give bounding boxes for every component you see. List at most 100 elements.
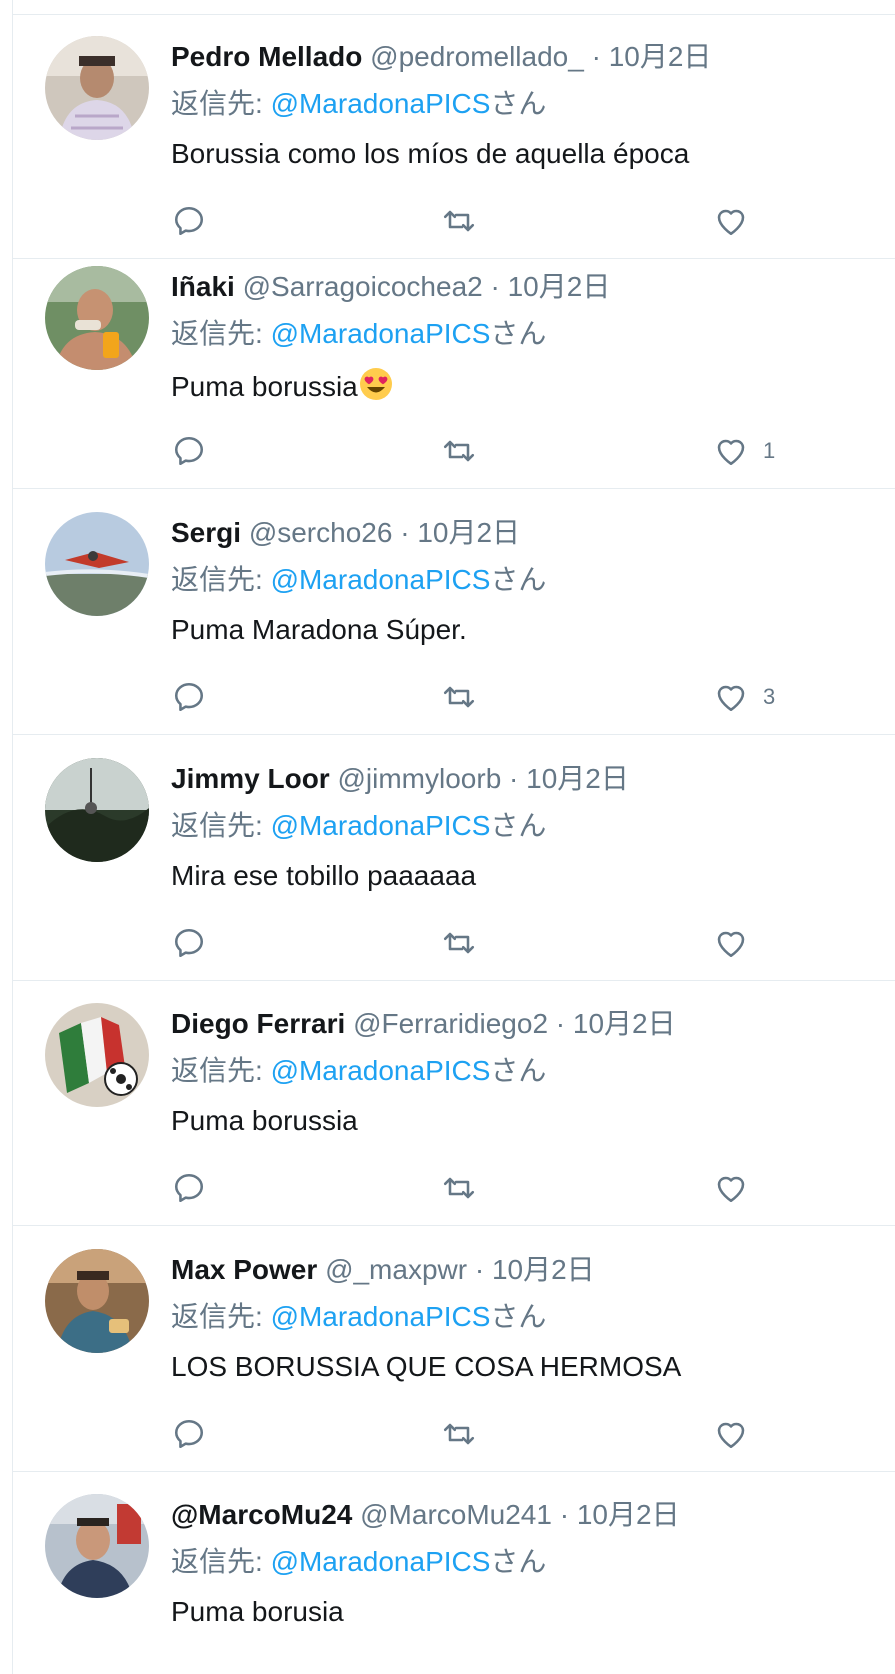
retweet-button[interactable] (441, 675, 477, 719)
reply-icon (174, 436, 204, 466)
avatar[interactable] (45, 758, 149, 862)
tweet-text-content: Puma borusia (171, 1596, 344, 1627)
tweet-date[interactable]: 10月2日 (526, 763, 629, 794)
avatar[interactable] (45, 36, 149, 140)
display-name[interactable]: Pedro Mellado (171, 41, 362, 72)
avatar[interactable] (45, 266, 149, 370)
user-handle[interactable]: @sercho26 (249, 517, 393, 548)
reply-suffix: さん (490, 318, 547, 349)
tweet-text-content: Puma borussia (171, 1105, 358, 1136)
reply-mention-link[interactable]: @MaradonaPICS (271, 810, 491, 841)
tweet-date[interactable]: 10月2日 (492, 1254, 595, 1285)
replying-to: 返信先: @MaradonaPICSさん (171, 316, 546, 352)
like-button[interactable]: 1 (713, 429, 775, 473)
retweet-button[interactable] (441, 429, 477, 473)
tweet-item[interactable]: Jimmy Loor @jimmyloorb · 10月2日 返信先: @Mar… (13, 736, 895, 981)
reply-prefix: 返信先: (171, 564, 271, 595)
reply-suffix: さん (490, 1301, 547, 1332)
tweet-date[interactable]: 10月2日 (508, 271, 611, 302)
tweet-item[interactable]: @MarcoMu24 @MarcoMu241 · 10月2日 返信先: @Mar… (13, 1472, 895, 1674)
tweet-item[interactable]: Max Power @_maxpwr · 10月2日 返信先: @Maradon… (13, 1227, 895, 1472)
reply-button[interactable] (171, 1166, 207, 1210)
tweet-item[interactable]: Diego Ferrari @Ferraridiego2 · 10月2日 返信先… (13, 981, 895, 1226)
user-handle[interactable]: @pedromellado_ (370, 41, 584, 72)
reply-button[interactable] (171, 199, 207, 243)
reply-feed: Pedro Mellado @pedromellado_ · 10月2日 返信先… (12, 0, 895, 1674)
tweet-date[interactable]: 10月2日 (417, 517, 520, 548)
retweet-button[interactable] (441, 1166, 477, 1210)
like-count: 3 (763, 684, 776, 709)
display-name[interactable]: Diego Ferrari (171, 1008, 345, 1039)
retweet-button[interactable] (441, 1412, 477, 1456)
display-name[interactable]: Jimmy Loor (171, 763, 330, 794)
tweet-actions (171, 1412, 811, 1456)
tweet-text-content: LOS BORUSSIA QUE COSA HERMOSA (171, 1351, 682, 1382)
reply-button[interactable] (171, 1412, 207, 1456)
tweet-actions: 3 (171, 675, 811, 719)
reply-button[interactable] (171, 921, 207, 965)
separator-dot: · (559, 1499, 570, 1530)
retweet-button[interactable] (441, 921, 477, 965)
tweet-date[interactable]: 10月2日 (609, 41, 712, 72)
like-icon (717, 685, 745, 712)
tweet-header: Max Power @_maxpwr · 10月2日 (171, 1252, 595, 1288)
reply-button[interactable] (171, 429, 207, 473)
display-name[interactable]: @MarcoMu24 (171, 1499, 352, 1530)
avatar[interactable] (45, 1494, 149, 1598)
user-handle[interactable]: @_maxpwr (325, 1254, 467, 1285)
reply-mention-link[interactable]: @MaradonaPICS (271, 564, 491, 595)
tweet-item[interactable]: Pedro Mellado @pedromellado_ · 10月2日 返信先… (13, 14, 895, 259)
display-name[interactable]: Max Power (171, 1254, 317, 1285)
replying-to: 返信先: @MaradonaPICSさん (171, 86, 546, 122)
avatar[interactable] (45, 512, 149, 616)
retweet-icon (443, 932, 475, 954)
tweet-text: Puma borussia (171, 366, 394, 405)
like-icon (717, 209, 745, 236)
reply-mention-link[interactable]: @MaradonaPICS (271, 1301, 491, 1332)
tweet-text: Puma Maradona Súper. (171, 612, 467, 648)
reply-prefix: 返信先: (171, 1055, 271, 1086)
reply-button[interactable] (171, 675, 207, 719)
reply-icon (174, 928, 204, 958)
like-button[interactable] (713, 1412, 763, 1456)
like-button[interactable] (713, 921, 763, 965)
reply-mention-link[interactable]: @MaradonaPICS (271, 88, 491, 119)
tweet-actions (171, 1166, 811, 1210)
feed-top-divider (13, 0, 895, 15)
display-name[interactable]: Sergi (171, 517, 241, 548)
reply-mention-link[interactable]: @MaradonaPICS (271, 1055, 491, 1086)
reply-mention-link[interactable]: @MaradonaPICS (271, 1546, 491, 1577)
reply-suffix: さん (490, 1055, 547, 1086)
user-handle[interactable]: @MarcoMu241 (360, 1499, 552, 1530)
tweet-date[interactable]: 10月2日 (573, 1008, 676, 1039)
heart-eyes-emoji-icon (359, 368, 392, 400)
reply-prefix: 返信先: (171, 810, 271, 841)
tweet-item[interactable]: Sergi @sercho26 · 10月2日 返信先: @MaradonaPI… (13, 490, 895, 735)
avatar[interactable] (45, 1249, 149, 1353)
reply-prefix: 返信先: (171, 1546, 271, 1577)
user-handle[interactable]: @jimmyloorb (337, 763, 501, 794)
retweet-icon (443, 440, 475, 462)
reply-prefix: 返信先: (171, 1301, 271, 1332)
tweet-date[interactable]: 10月2日 (577, 1499, 680, 1530)
reply-mention-link[interactable]: @MaradonaPICS (271, 318, 491, 349)
tweet-item[interactable]: Iñaki @Sarragoicochea2 · 10月2日 返信先: @Mar… (13, 244, 895, 489)
like-button[interactable]: 3 (713, 675, 775, 719)
avatar[interactable] (45, 1003, 149, 1107)
reply-suffix: さん (490, 810, 547, 841)
user-handle[interactable]: @Ferraridiego2 (353, 1008, 548, 1039)
replying-to: 返信先: @MaradonaPICSさん (171, 1299, 546, 1335)
like-button[interactable] (713, 1166, 763, 1210)
replying-to: 返信先: @MaradonaPICSさん (171, 1544, 546, 1580)
tweet-actions (171, 921, 811, 965)
user-handle[interactable]: @Sarragoicochea2 (243, 271, 483, 302)
separator-dot: · (509, 763, 519, 794)
reply-icon (174, 206, 204, 236)
retweet-button[interactable] (441, 199, 477, 243)
like-icon (717, 439, 745, 466)
separator-dot: · (555, 1008, 566, 1039)
tweet-header: Diego Ferrari @Ferraridiego2 · 10月2日 (171, 1006, 676, 1042)
tweet-header: @MarcoMu24 @MarcoMu241 · 10月2日 (171, 1497, 680, 1533)
like-button[interactable] (713, 199, 763, 243)
display-name[interactable]: Iñaki (171, 271, 235, 302)
